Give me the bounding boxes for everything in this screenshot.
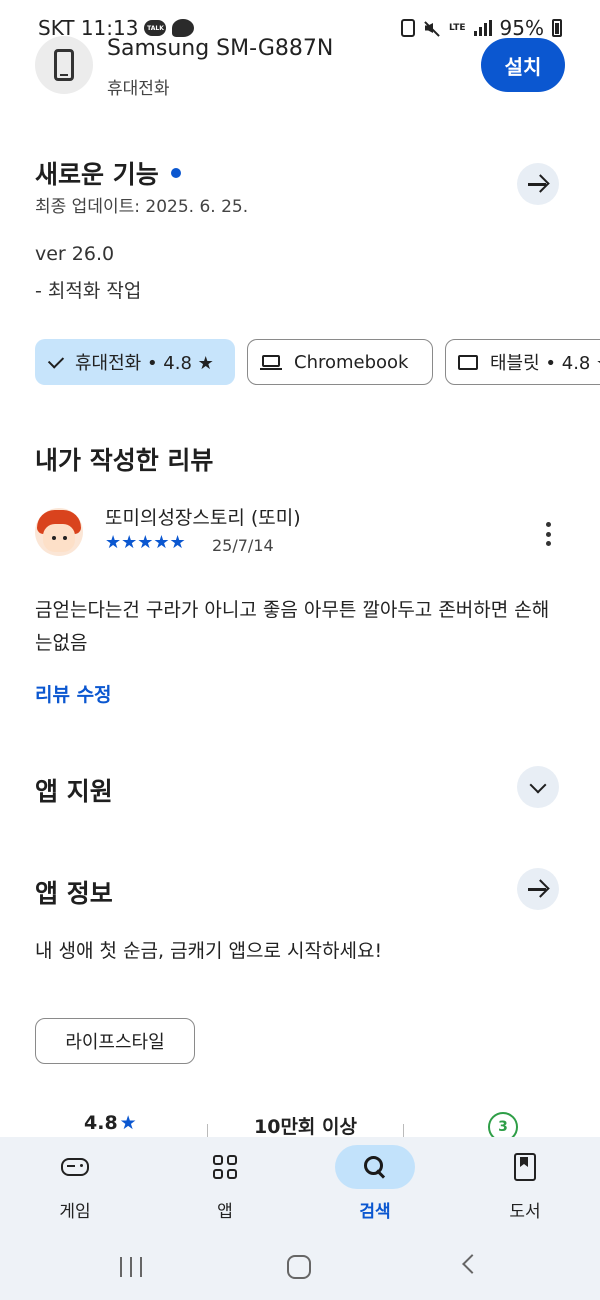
- app-header: Samsung SM-G887N 휴대전화 설치: [0, 30, 600, 110]
- back-icon[interactable]: [462, 1254, 482, 1274]
- nav-item-search[interactable]: 검색: [320, 1137, 430, 1233]
- phone-icon: [54, 49, 74, 81]
- nav-item-games[interactable]: 게임: [20, 1137, 130, 1233]
- arrow-right-icon: [528, 175, 548, 193]
- app-support-expand-button[interactable]: [517, 766, 559, 808]
- game-controller-icon: [61, 1158, 89, 1176]
- avatar: [35, 508, 83, 556]
- version-text: ver 26.0: [35, 243, 115, 265]
- search-icon: [364, 1156, 386, 1178]
- book-icon: [514, 1153, 536, 1181]
- chevron-down-icon: [529, 776, 547, 793]
- chip-tablet[interactable]: 태블릿 • 4.8 ★: [445, 339, 600, 385]
- bottom-navigation: 게임 앱 검색 도서: [0, 1137, 600, 1233]
- stats-row: 4.8 ★ 10만회 이상 3: [0, 1112, 600, 1142]
- recent-apps-icon[interactable]: [120, 1257, 142, 1277]
- tablet-icon: [458, 354, 478, 370]
- check-icon: [47, 351, 65, 369]
- chip-chromebook-label: Chromebook: [294, 351, 409, 373]
- arrow-right-icon: [528, 880, 548, 898]
- device-icon: [35, 36, 93, 94]
- nav-item-apps[interactable]: 앱: [170, 1137, 280, 1233]
- category-chip[interactable]: 라이프스타일: [35, 1018, 195, 1064]
- app-info-arrow-button[interactable]: [517, 868, 559, 910]
- review-text: 금얻는다는건 구라가 아니고 좋음 아무튼 깔아두고 존버하면 손해는없음: [35, 599, 550, 654]
- chip-phone-label: 휴대전화 • 4.8 ★: [75, 353, 214, 374]
- reviewer-name: 또미의성장스토리 (또미): [105, 507, 301, 529]
- release-notes: - 최적화 작업: [35, 280, 142, 302]
- rating-stars: ★★★★★: [105, 532, 186, 553]
- stat-rating: 4.8 ★: [84, 1112, 137, 1134]
- whats-new-title: 새로운 기능: [35, 160, 159, 189]
- whats-new-heading: 새로운 기능: [35, 155, 181, 191]
- last-update: 최종 업데이트: 2025. 6. 25.: [35, 197, 249, 217]
- chip-tablet-label: 태블릿 • 4.8 ★: [490, 353, 600, 374]
- stat-rating-value: 4.8: [84, 1112, 118, 1134]
- whats-new-arrow-button[interactable]: [517, 163, 559, 205]
- apps-grid-icon: [213, 1155, 237, 1179]
- star-icon: ★: [119, 1112, 137, 1134]
- nav-label-apps: 앱: [217, 1202, 233, 1222]
- chip-phone[interactable]: 휴대전화 • 4.8 ★: [35, 339, 235, 385]
- nav-label-search: 검색: [359, 1202, 391, 1222]
- nav-item-books[interactable]: 도서: [470, 1137, 580, 1233]
- system-navigation-bar: [0, 1233, 600, 1300]
- more-options-icon[interactable]: [536, 518, 560, 550]
- nav-label-games: 게임: [59, 1202, 91, 1222]
- my-review-heading: 내가 작성한 리뷰: [35, 446, 214, 475]
- home-icon[interactable]: [287, 1255, 311, 1279]
- edit-review-link[interactable]: 리뷰 수정: [35, 680, 112, 707]
- chip-chromebook[interactable]: Chromebook: [247, 339, 433, 385]
- new-dot-indicator: [170, 168, 181, 178]
- nav-label-books: 도서: [509, 1202, 541, 1222]
- install-button[interactable]: 설치: [481, 38, 565, 92]
- stat-downloads: 10만회 이상: [254, 1116, 357, 1138]
- laptop-icon: [260, 354, 282, 370]
- app-description: 내 생애 첫 순금, 금캐기 앱으로 시작하세요!: [35, 940, 383, 962]
- app-subtitle: 휴대전화: [107, 79, 170, 99]
- review-date: 25/7/14: [212, 536, 274, 555]
- app-title: Samsung SM-G887N: [107, 36, 334, 61]
- app-info-heading: 앱 정보: [35, 879, 113, 908]
- app-support-heading: 앱 지원: [35, 777, 113, 806]
